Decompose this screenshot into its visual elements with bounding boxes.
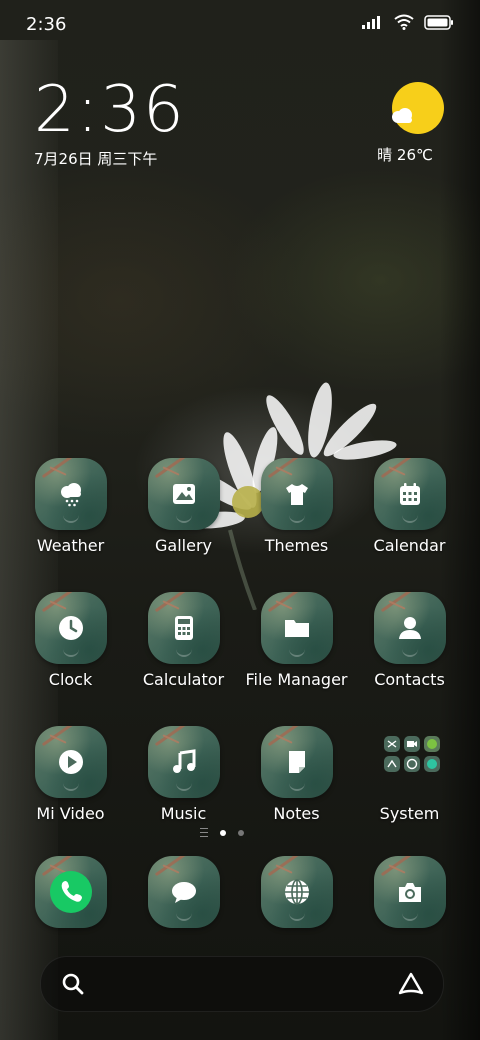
app-label: Weather [36,536,105,555]
app-label: Clock [48,670,93,689]
sunny-icon [392,82,444,134]
page-indicator[interactable] [200,828,244,837]
app-label: Calendar [373,536,446,555]
message-icon [147,856,220,928]
clock-widget[interactable]: 2:36 7月26日 周三下午 [34,78,186,169]
app-label: Gallery [155,536,212,555]
dock-browser[interactable] [240,856,353,928]
mini-app-icon [423,756,440,772]
battery-icon [424,14,453,30]
weather-widget[interactable]: 晴 26℃ [374,82,444,165]
app-notes[interactable]: Notes [240,726,353,823]
camera-icon [373,856,446,928]
app-row: Clock Calculator File Manager Contacts [14,592,466,689]
app-mi-video[interactable]: Mi Video [14,726,127,823]
mini-app-icon [403,736,420,752]
app-contacts[interactable]: Contacts [353,592,466,689]
app-calendar[interactable]: Calendar [353,458,466,555]
phone-icon [34,856,107,928]
date-text: 7月26日 周三下午 [34,150,158,168]
play-icon [34,726,107,798]
status-time: 2:36 [26,14,67,35]
app-weather[interactable]: Weather [14,458,127,555]
status-bar: 2:36 [0,0,480,50]
themes-icon [260,458,333,530]
dock-camera[interactable] [353,856,466,928]
search-bar[interactable] [40,956,444,1012]
app-label: Contacts [374,670,445,689]
wifi-icon [394,14,414,30]
app-system-folder[interactable]: System [353,726,466,823]
app-file-manager[interactable]: File Manager [240,592,353,689]
globe-icon [260,856,333,928]
calculator-icon [147,592,220,664]
app-label: Mi Video [36,804,105,823]
page-dot-active [220,829,226,836]
status-icons [362,14,454,30]
folder-icon [260,592,333,664]
folder-grid-icon [374,726,446,798]
contacts-icon [373,592,446,664]
app-music[interactable]: Music [127,726,240,823]
dock-messages[interactable] [127,856,240,928]
app-label: Music [160,804,207,823]
weather-condition-temp: 晴 26℃ [377,146,433,164]
app-clock[interactable]: Clock [14,592,127,689]
app-label: System [379,804,440,823]
assistant-icon[interactable] [397,971,425,997]
page-indicator-list-icon [200,828,208,837]
app-label: Calculator [142,670,225,689]
gallery-icon [147,458,220,530]
signal-icon [362,16,380,29]
dock [14,856,466,928]
app-themes[interactable]: Themes [240,458,353,555]
notes-icon [260,726,333,798]
app-calculator[interactable]: Calculator [127,592,240,689]
app-label: Notes [273,804,320,823]
search-icon[interactable] [61,972,85,996]
page-dot [238,829,244,836]
clock-icon [34,592,107,664]
app-grid: Weather Gallery Themes Calendar Clock Ca… [14,458,466,860]
app-gallery[interactable]: Gallery [127,458,240,555]
mini-app-icon [403,756,420,772]
mini-app-icon [383,736,400,752]
app-row: Weather Gallery Themes Calendar [14,458,466,555]
clock-time: 2:36 [34,73,186,147]
mini-app-icon [423,736,440,752]
music-icon [147,726,220,798]
mini-app-icon [383,756,400,772]
app-label: Themes [264,536,329,555]
calendar-icon [373,458,446,530]
cloud-icon [392,108,412,123]
weather-icon [34,458,107,530]
app-row: Mi Video Music Notes System [14,726,466,823]
app-label: File Manager [245,670,348,689]
dock-phone[interactable] [14,856,127,928]
